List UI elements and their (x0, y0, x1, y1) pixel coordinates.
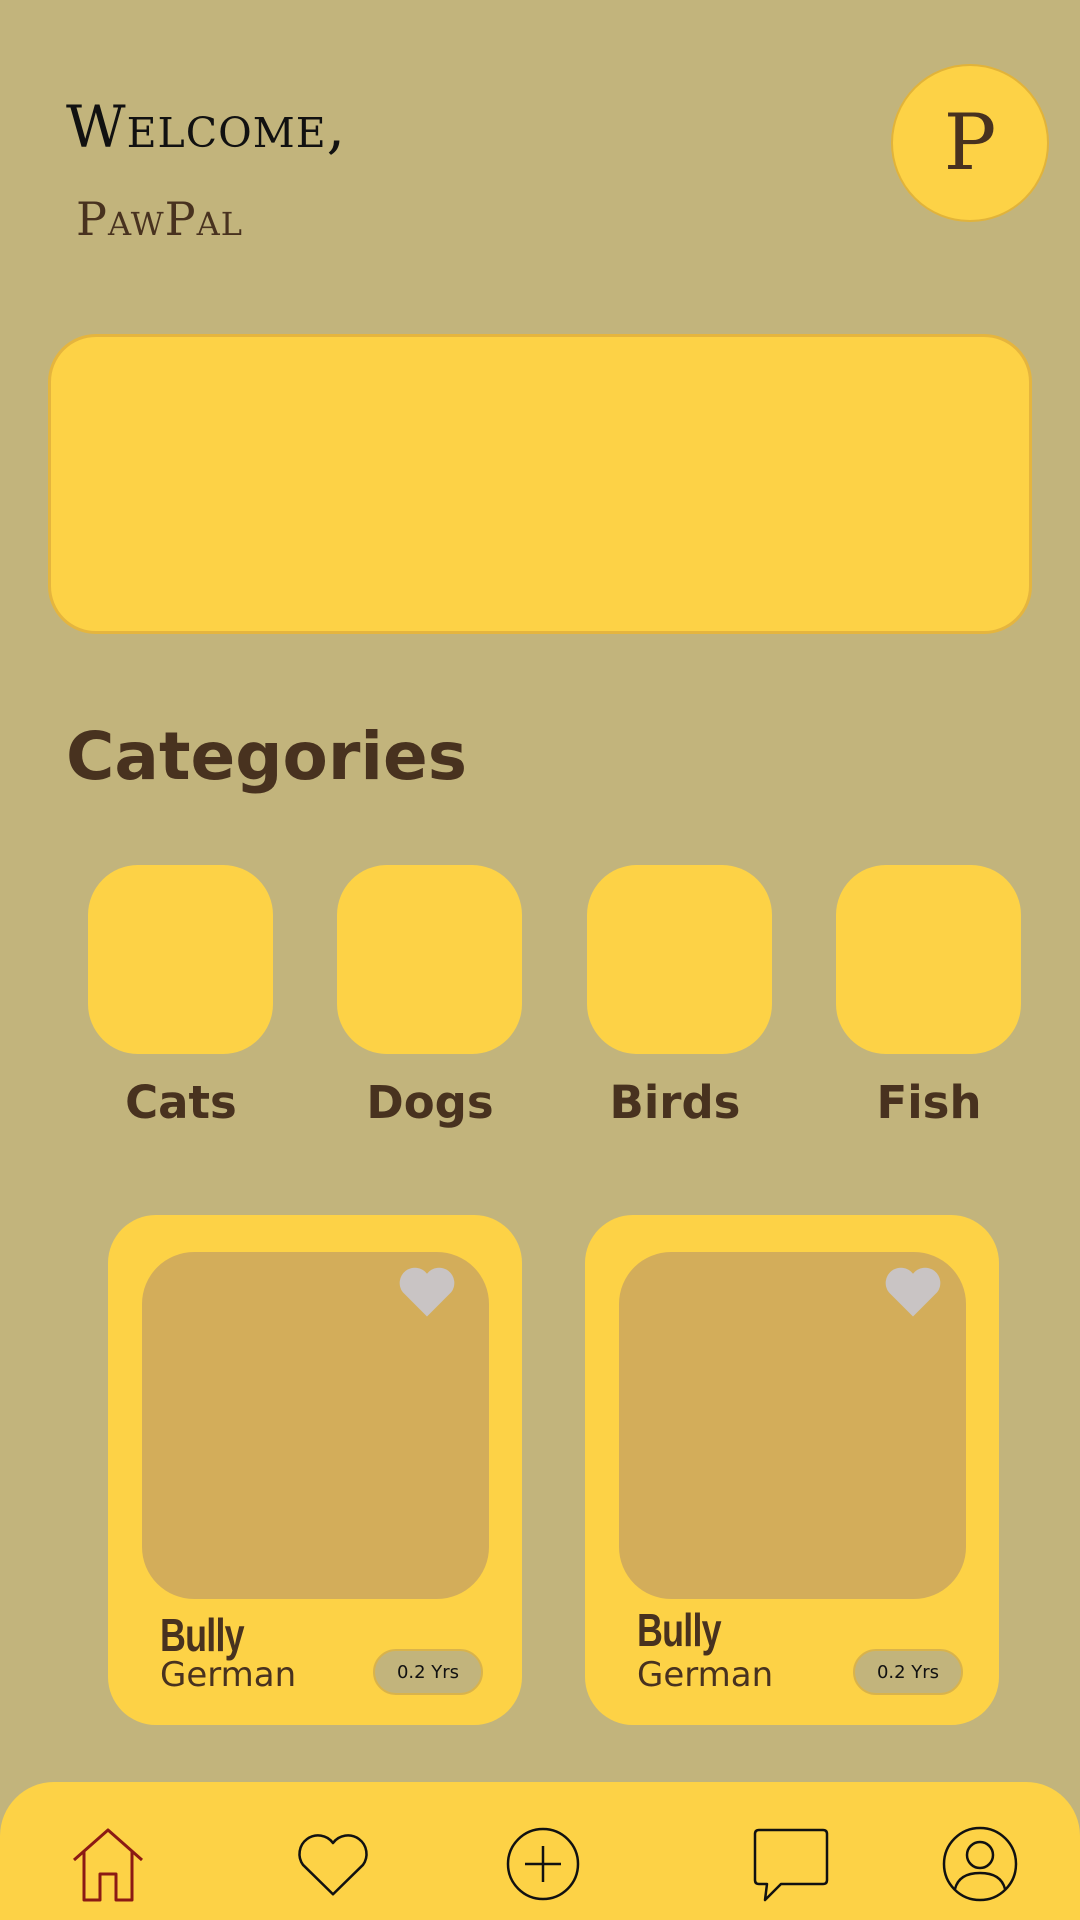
user-icon (942, 1826, 1018, 1902)
categories-title: Categories (66, 718, 468, 795)
category-label-dogs[interactable]: Dogs (330, 1076, 530, 1129)
pet-name: Bully (637, 1604, 722, 1656)
home-icon (73, 1828, 143, 1902)
pet-name: Bully (160, 1609, 245, 1661)
nav-messages-button[interactable] (751, 1824, 831, 1904)
nav-favorites-button[interactable] (293, 1824, 373, 1904)
category-tile-fish[interactable] (836, 865, 1021, 1054)
chat-icon (753, 1828, 829, 1902)
bottom-navigation (0, 1782, 1080, 1920)
username-label: PawPal (76, 192, 243, 246)
category-tile-cats[interactable] (88, 865, 273, 1054)
welcome-heading: Welcome, (66, 93, 347, 161)
nav-home-button[interactable] (68, 1824, 148, 1904)
nav-add-button[interactable] (503, 1824, 583, 1904)
profile-avatar[interactable]: P (891, 64, 1049, 222)
avatar-initial: P (943, 98, 997, 188)
pet-breed: German (637, 1655, 774, 1695)
favorite-heart-icon[interactable] (882, 1263, 944, 1319)
favorite-heart-icon[interactable] (396, 1263, 458, 1319)
promo-banner[interactable] (48, 334, 1032, 634)
pet-breed: German (160, 1655, 297, 1695)
category-label-birds[interactable]: Birds (575, 1076, 775, 1129)
pet-age-badge: 0.2 Yrs (853, 1649, 963, 1695)
heart-icon (298, 1834, 368, 1896)
category-label-cats[interactable]: Cats (81, 1076, 281, 1129)
category-label-fish[interactable]: Fish (829, 1076, 1029, 1129)
nav-profile-button[interactable] (940, 1824, 1020, 1904)
category-tile-dogs[interactable] (337, 865, 522, 1054)
plus-circle-icon (506, 1827, 580, 1901)
pet-card[interactable]: Bully German 0.2 Yrs (108, 1215, 522, 1725)
pet-card[interactable]: Bully German 0.2 Yrs (585, 1215, 999, 1725)
pet-age-badge: 0.2 Yrs (373, 1649, 483, 1695)
category-tile-birds[interactable] (587, 865, 772, 1054)
